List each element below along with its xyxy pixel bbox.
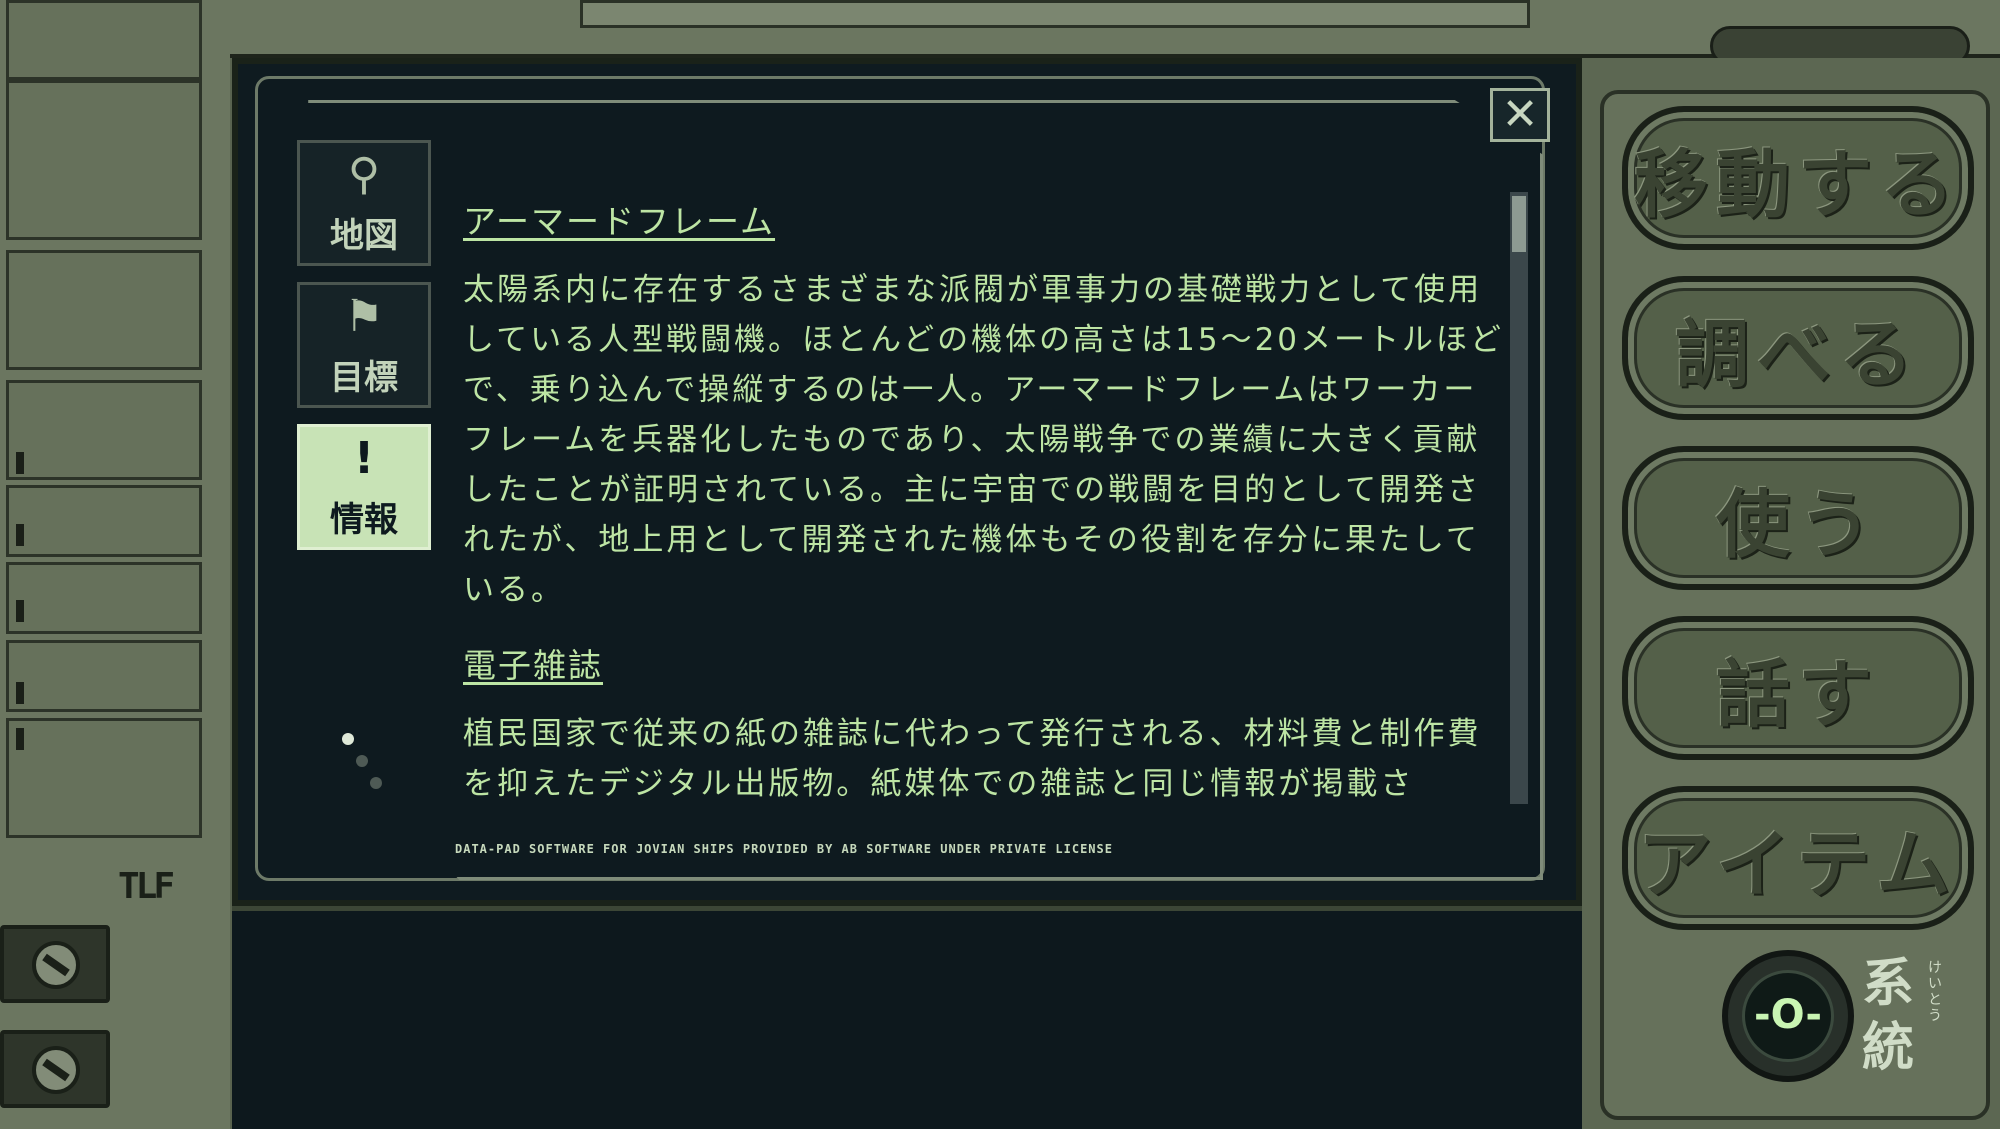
command-label: 話す	[1716, 651, 1880, 738]
command-label: 移動する	[1634, 141, 1962, 228]
close-icon: ✕	[1501, 89, 1539, 140]
talk-button[interactable]: 話す	[1622, 616, 1974, 760]
page-dot	[356, 755, 368, 767]
hull-panel	[6, 718, 202, 838]
page-dot	[342, 733, 354, 745]
hull-panel	[6, 640, 202, 712]
hull-tick	[16, 728, 24, 750]
command-label: 使う	[1716, 481, 1880, 568]
system-label-bottom: 統	[1862, 1018, 1915, 1078]
use-button[interactable]: 使う	[1622, 446, 1974, 590]
scrollbar[interactable]	[1510, 192, 1528, 804]
tlf-logo: TLF	[118, 866, 175, 907]
hull-bolt	[0, 1030, 110, 1108]
system-ruby: けいとう	[1928, 960, 1942, 1024]
top-hull-bar	[230, 0, 2000, 66]
left-hull: TLF	[0, 0, 230, 1129]
entry-body: 太陽系内に存在するさまざまな派閥が軍事力の基礎戦力として使用している人型戦闘機。…	[463, 272, 1505, 608]
hull-tick	[16, 682, 24, 704]
flag-icon: ⚑	[344, 291, 384, 342]
command-label: 調べる	[1675, 311, 1921, 398]
bolt-icon	[32, 1046, 80, 1094]
page-dot	[370, 777, 382, 789]
software-footer: DATA-PAD SOFTWARE FOR JOVIAN SHIPS PROVI…	[455, 842, 1113, 856]
hull-panel	[6, 380, 202, 480]
entry-body: 植民国家で従来の紙の雑誌に代わって発行される、材料費と制作費を抑えたデジタル出版…	[463, 716, 1482, 802]
system-label: 系 統	[1862, 952, 1922, 1080]
examine-button[interactable]: 調べる	[1622, 276, 1974, 420]
entry-title-link[interactable]: 電子雑誌	[463, 639, 1508, 687]
hull-panel	[6, 485, 202, 557]
tab-info[interactable]: ! 情報	[297, 424, 431, 550]
hull-panel	[6, 80, 202, 240]
tab-label: 地図	[330, 216, 398, 256]
hull-tick	[16, 452, 24, 474]
map-pin-icon: ⚲	[347, 149, 381, 200]
hull-tick	[16, 600, 24, 622]
message-area	[232, 906, 1582, 1129]
hull-panel	[6, 562, 202, 634]
bolt-icon	[32, 941, 80, 989]
hull-panel	[6, 0, 202, 80]
item-button[interactable]: アイテム	[1622, 786, 1974, 930]
system-label-top: 系	[1862, 954, 1915, 1014]
tab-objective[interactable]: ⚑ 目標	[297, 282, 431, 408]
info-bubble-icon: !	[353, 433, 375, 484]
hull-panel	[6, 250, 202, 370]
close-button[interactable]: ✕	[1490, 88, 1550, 142]
scrollbar-thumb[interactable]	[1512, 196, 1526, 252]
info-content[interactable]: アーマードフレーム 太陽系内に存在するさまざまな派閥が軍事力の基礎戦力として使用…	[463, 195, 1508, 807]
top-strip	[580, 0, 1530, 28]
tab-map[interactable]: ⚲ 地図	[297, 140, 431, 266]
hull-tick	[16, 524, 24, 546]
system-button[interactable]: -O-	[1722, 950, 1854, 1082]
hull-bolt	[0, 925, 110, 1003]
system-knob-icon: -O-	[1742, 970, 1834, 1062]
move-button[interactable]: 移動する	[1622, 106, 1974, 250]
command-label: アイテム	[1637, 821, 1959, 908]
tab-label: 情報	[330, 500, 398, 540]
tab-label: 目標	[330, 358, 398, 398]
entry-title-link[interactable]: アーマードフレーム	[463, 195, 1508, 243]
